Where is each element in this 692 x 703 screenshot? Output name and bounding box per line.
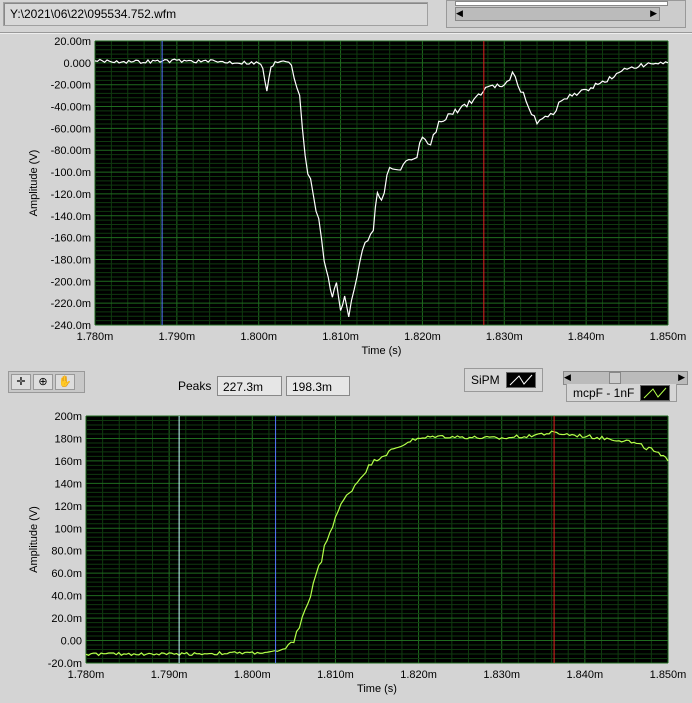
sipm-line-icon [506,372,536,388]
plot-area [95,41,668,325]
y-tick-label: 0.000 [63,58,91,70]
x-tick-label: 1.810m [322,331,359,343]
file-path-text: Y:\2021\06\22\095534.752.wfm [10,7,176,21]
y-tick-label: 60.0m [51,568,82,580]
y-axis-label: Amplitude (V) [28,150,40,217]
y-tick-label: -160.0m [51,233,91,245]
x-tick-label: 1.850m [650,331,687,343]
y-tick-label: -40.00m [51,102,91,114]
zoom-icon[interactable]: ⊕ [33,374,53,390]
scroll-right-icon[interactable]: ▶ [678,372,685,383]
table[interactable] [455,1,668,6]
y-tick-label: 20.00m [54,36,91,48]
file-path-field[interactable]: Y:\2021\06\22\095534.752.wfm [3,2,428,26]
y-tick-label: 160m [54,456,82,468]
scroll-left-icon[interactable]: ◀ [564,372,571,382]
mcpf-line-icon [640,385,670,401]
legend-mcpf[interactable]: mcpF - 1nF [566,384,677,402]
x-axis-label: Time (s) [357,683,397,695]
scroll-thumb[interactable] [609,372,621,384]
x-tick-label: 1.780m [77,331,114,343]
peak2-field[interactable]: 198.3m [286,376,350,396]
y-tick-label: 120m [54,501,82,513]
sipm-graph[interactable]: 20.00m 0.000 -20.00m -40.00m -60.00m -80.00m -… [0,34,692,368]
x-tick-label: 1.830m [486,331,523,343]
y-tick-label: -180.0m [51,254,91,266]
horizontal-scrollbar[interactable]: ◀▶ [455,7,660,21]
peak1-field[interactable]: 227.3m [217,376,282,396]
x-tick-label: 1.800m [240,331,277,343]
y-tick-label: 180m [54,433,82,445]
x-axis-label: Time (s) [362,345,402,357]
x-tick-label: 1.820m [404,331,441,343]
plot-area [86,416,668,663]
y-tick-label: 200m [54,411,82,423]
x-tick-label: 1.790m [159,331,196,343]
y-axis-label: Amplitude (V) [28,506,40,573]
x-tick-label: 1.820m [400,669,437,681]
y-tick-label: -120.0m [51,189,91,201]
graph-palette: ✛ ⊕ ✋ [8,371,85,393]
y-tick-label: -20.00m [51,80,91,92]
scroll-right-icon[interactable]: ▶ [650,8,657,19]
x-tick-label: 1.780m [68,669,105,681]
peaks-label: Peaks [178,379,211,393]
y-tick-label: 100m [54,523,82,535]
y-tick-label: 0.00 [61,636,82,648]
y-tick-label: 140m [54,478,82,490]
legend-sipm[interactable]: SiPM [464,368,543,392]
y-tick-label: -220.0m [51,298,91,310]
pan-hand-icon[interactable]: ✋ [55,374,75,390]
y-tick-label: 40.0m [51,591,82,603]
y-tick-label: -60.00m [51,123,91,135]
legend-sipm-label: SiPM [471,373,500,387]
table-panel: ◀▶ [446,0,686,28]
x-tick-label: 1.840m [568,331,605,343]
x-tick-label: 1.810m [317,669,354,681]
mcpf-graph[interactable]: 200m 180m 160m 140m 120m 100m 80.0m 60.0m 40.0m 2… [0,404,692,703]
scroll-left-icon[interactable]: ◀ [456,8,463,18]
legend-mcpf-label: mcpF - 1nF [573,386,634,400]
x-tick-label: 1.850m [650,669,687,681]
y-tick-label: -200.0m [51,276,91,288]
y-tick-label: -140.0m [51,211,91,223]
x-tick-label: 1.800m [234,669,271,681]
y-tick-label: 80.0m [51,546,82,558]
y-tick-label: -100.0m [51,167,91,179]
x-tick-label: 1.840m [567,669,604,681]
x-tick-label: 1.790m [151,669,188,681]
legend-scrollbar[interactable]: ◀▶ [563,371,688,385]
x-tick-label: 1.830m [483,669,520,681]
y-tick-label: -80.00m [51,145,91,157]
cursor-move-icon[interactable]: ✛ [11,374,31,390]
y-tick-label: 20.0m [51,613,82,625]
